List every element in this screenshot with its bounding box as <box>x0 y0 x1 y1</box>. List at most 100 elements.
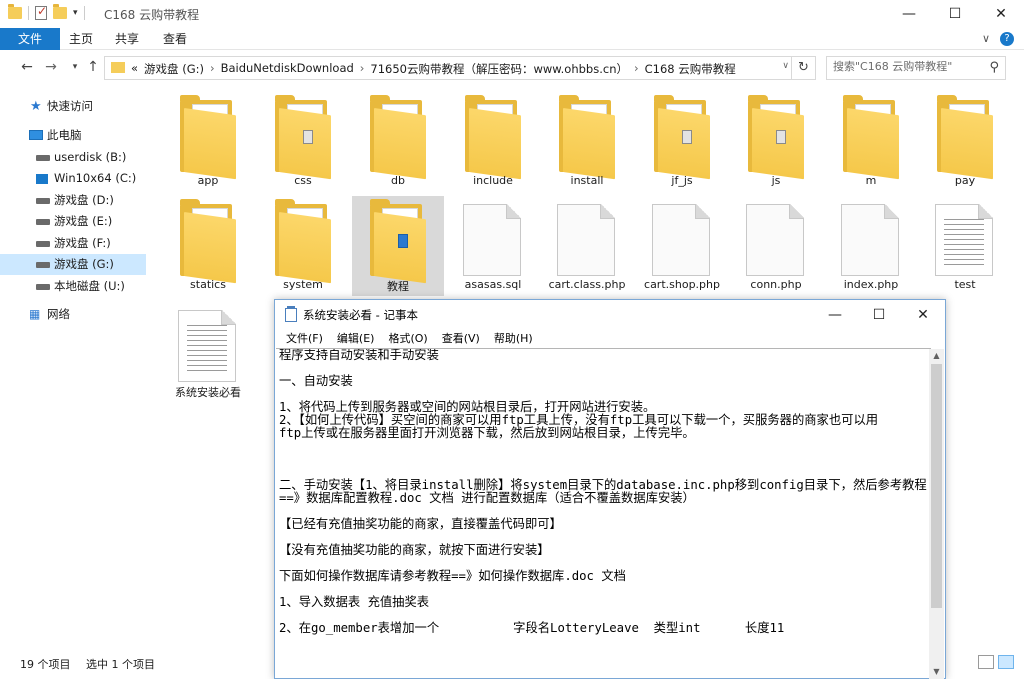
menu-view[interactable]: 查看(V) <box>435 330 487 348</box>
search-box[interactable]: ⚲ <box>826 56 1006 80</box>
divider <box>83 6 85 20</box>
details-view-icon[interactable] <box>978 655 994 669</box>
notepad-content[interactable]: 程序支持自动安装和手动安装 一、自动安装 1、将代码上传到服务器或空间的网站根目… <box>279 349 929 635</box>
file-cart-shop-php[interactable]: cart.shop.php <box>636 196 728 296</box>
expand-ribbon-icon[interactable]: ∨ <box>982 32 990 46</box>
folder-pay[interactable]: pay <box>919 92 1011 192</box>
menu-help[interactable]: 帮助(H) <box>487 330 540 348</box>
vertical-scrollbar[interactable]: ▲ ▼ <box>929 349 944 679</box>
scrollbar-thumb[interactable] <box>931 364 942 608</box>
divider <box>28 6 29 20</box>
menu-format[interactable]: 格式(O) <box>381 330 434 348</box>
maximize-button[interactable]: ☐ <box>857 300 901 330</box>
breadcrumb-separator[interactable]: › <box>360 61 365 77</box>
folder-js[interactable]: js <box>730 92 822 192</box>
up-arrow-icon[interactable]: ↑ <box>84 58 102 76</box>
folder-app[interactable]: app <box>162 92 254 192</box>
folder-jf-js[interactable]: jf_js <box>636 92 728 192</box>
notepad-menubar: 文件(F) 编辑(E) 格式(O) 查看(V) 帮助(H) <box>275 330 945 348</box>
navigation-pane: ★ 快速访问 此电脑 userdisk (B:) Win10x64 (C:) 游… <box>0 92 160 652</box>
breadcrumb-overflow[interactable]: « <box>131 61 138 77</box>
item-label: conn.php <box>750 278 802 291</box>
breadcrumb-drive-g[interactable]: 游戏盘 (G:) <box>144 61 204 77</box>
folder-db[interactable]: db <box>352 92 444 192</box>
file-icon <box>746 204 804 276</box>
folder-icon <box>370 199 426 284</box>
window-title: C168 云购带教程 <box>104 8 200 22</box>
breadcrumb-baidunetdisk[interactable]: BaiduNetdiskDownload <box>221 61 354 77</box>
notepad-text-area[interactable]: 程序支持自动安装和手动安装 一、自动安装 1、将代码上传到服务器或空间的网站根目… <box>276 348 931 678</box>
chevron-down-icon[interactable]: ▾ <box>73 8 78 18</box>
nav-this-pc[interactable]: 此电脑 <box>0 125 146 146</box>
nav-network[interactable]: ▦ 网络 <box>0 304 146 325</box>
notepad-titlebar: 系统安装必看 - 记事本 — ☐ ✕ <box>275 300 945 330</box>
back-arrow-icon[interactable]: ← <box>18 58 36 76</box>
tab-file[interactable]: 文件 <box>0 28 60 50</box>
nav-label: 游戏盘 (G:) <box>54 257 114 271</box>
refresh-button[interactable]: ↻ <box>791 57 815 79</box>
tab-view[interactable]: 查看 <box>154 28 196 50</box>
nav-label: 游戏盘 (E:) <box>54 214 113 228</box>
folder-install[interactable]: install <box>541 92 633 192</box>
notepad-icon <box>285 306 297 322</box>
folder-css[interactable]: css <box>257 92 349 192</box>
nav-drive-c[interactable]: Win10x64 (C:) <box>0 168 146 189</box>
help-icon[interactable]: ? <box>1000 32 1014 46</box>
maximize-button[interactable]: ☐ <box>932 0 978 28</box>
breadcrumb-tutorial-pack[interactable]: 71650云购带教程（解压密码：www.ohbbs.cn） <box>370 61 628 77</box>
forward-arrow-icon[interactable]: → <box>42 58 60 76</box>
new-folder-icon[interactable] <box>53 4 67 19</box>
file-index-php[interactable]: index.php <box>825 196 917 296</box>
file-asasas-sql[interactable]: asasas.sql <box>447 196 539 296</box>
breadcrumb-current[interactable]: C168 云购带教程 <box>645 61 736 77</box>
close-button[interactable]: ✕ <box>978 0 1024 28</box>
nav-drive-g[interactable]: 游戏盘 (G:) <box>0 254 146 275</box>
nav-drive-b[interactable]: userdisk (B:) <box>0 147 146 168</box>
nav-quick-access[interactable]: ★ 快速访问 <box>0 96 146 117</box>
nav-drive-d[interactable]: 游戏盘 (D:) <box>0 190 146 211</box>
search-icon[interactable]: ⚲ <box>989 60 999 75</box>
item-label: include <box>473 174 513 187</box>
address-bar[interactable]: « 游戏盘 (G:) › BaiduNetdiskDownload › 7165… <box>104 56 816 80</box>
item-label: cart.class.php <box>548 278 626 291</box>
breadcrumb-separator[interactable]: › <box>634 61 639 77</box>
folder-icon <box>180 199 236 284</box>
item-label: m <box>865 174 877 187</box>
tab-home[interactable]: 主页 <box>60 28 102 50</box>
windows-drive-icon <box>36 174 48 184</box>
tab-share[interactable]: 共享 <box>106 28 148 50</box>
file-cart-class-php[interactable]: cart.class.php <box>541 196 633 296</box>
nav-label: 此电脑 <box>47 128 82 142</box>
scroll-down-icon[interactable]: ▼ <box>929 665 944 679</box>
file-icon <box>652 204 710 276</box>
item-label: js <box>771 174 781 187</box>
scroll-up-icon[interactable]: ▲ <box>929 349 944 363</box>
breadcrumb-separator[interactable]: › <box>210 61 215 77</box>
explorer-titlebar: ▾ C168 云购带教程 — ☐ ✕ <box>0 0 1024 28</box>
large-icons-view-icon[interactable] <box>998 655 1014 669</box>
folder-tutorial[interactable]: 教程 <box>352 196 444 296</box>
menu-edit[interactable]: 编辑(E) <box>330 330 382 348</box>
chevron-down-icon[interactable]: ∨ <box>782 61 789 71</box>
text-file-icon <box>178 310 236 382</box>
file-conn-php[interactable]: conn.php <box>730 196 822 296</box>
item-label: system <box>283 278 323 291</box>
menu-file[interactable]: 文件(F) <box>279 330 330 348</box>
folder-statics[interactable]: statics <box>162 196 254 296</box>
folder-system[interactable]: system <box>257 196 349 296</box>
close-button[interactable]: ✕ <box>901 300 945 330</box>
properties-icon[interactable] <box>35 4 47 20</box>
folder-include[interactable]: include <box>447 92 539 192</box>
nav-drive-e[interactable]: 游戏盘 (E:) <box>0 211 146 232</box>
nav-drive-u[interactable]: 本地磁盘 (U:) <box>0 276 146 297</box>
folder-m[interactable]: m <box>825 92 917 192</box>
file-test[interactable]: test <box>919 196 1011 296</box>
computer-icon <box>29 130 43 140</box>
search-input[interactable] <box>833 60 983 73</box>
nav-drive-f[interactable]: 游戏盘 (F:) <box>0 233 146 254</box>
file-install-readme[interactable]: 系统安装必看 <box>162 302 254 402</box>
minimize-button[interactable]: — <box>813 300 857 330</box>
file-icon <box>463 204 521 276</box>
minimize-button[interactable]: — <box>886 0 932 28</box>
recent-locations-icon[interactable]: ▾ <box>66 58 84 76</box>
